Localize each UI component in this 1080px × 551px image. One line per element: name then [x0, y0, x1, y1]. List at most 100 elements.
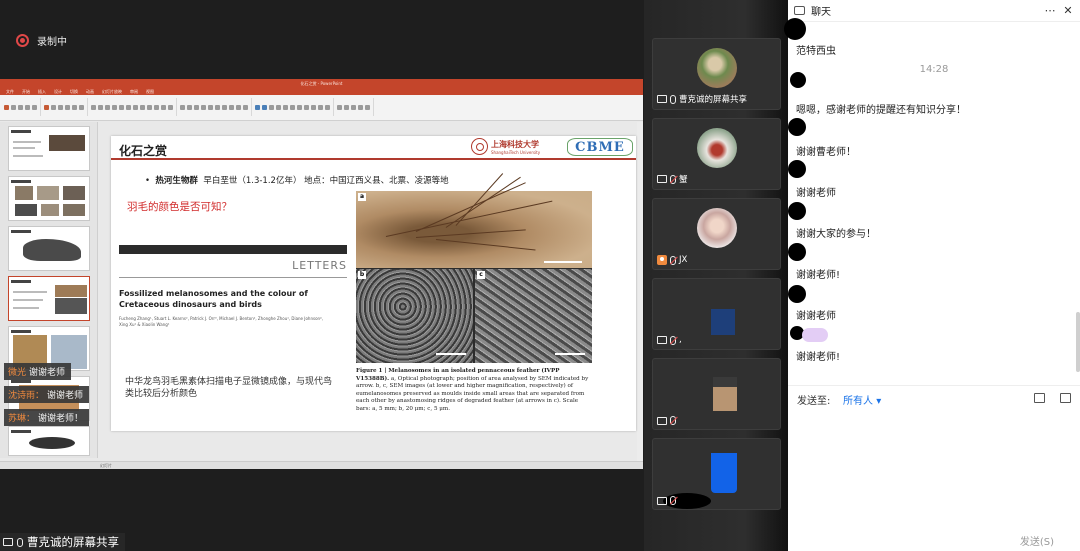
participant-tile[interactable]: , — [652, 278, 781, 350]
participant-name: 蟹 — [679, 175, 688, 185]
current-slide: 化石之赏 上海科技大学 ShanghaiTech University CBME… — [111, 136, 636, 431]
ribbon-group-editing[interactable] — [337, 98, 374, 116]
send-button[interactable]: 发送(S) — [1020, 533, 1054, 548]
screen-share-icon — [657, 496, 667, 505]
sem-image-high — [475, 269, 592, 363]
screen-share-icon — [657, 336, 667, 344]
participant-name: 曹克诚的屏幕共享 — [679, 95, 748, 105]
ppt-tab[interactable]: 文件 — [6, 88, 14, 95]
file-icon[interactable] — [1034, 393, 1045, 403]
slide-thumbnail[interactable] — [8, 426, 90, 456]
slide-bullet: • 热河生物群 早白垩世（1.3-1.2亿年） 地点：中国辽西义县、北票、凌源等… — [145, 176, 449, 186]
slide-thumbnail[interactable] — [8, 126, 90, 171]
ppt-tab[interactable]: 设计 — [54, 88, 62, 95]
recording-indicator[interactable]: 录制中 — [16, 33, 67, 48]
screen-share-icon — [3, 538, 13, 546]
chat-message: 嗯嗯，感谢老师的提醒还有知识分享！ — [796, 105, 966, 116]
ppt-tab[interactable]: 动画 — [86, 88, 94, 95]
figure-label: b — [358, 271, 366, 279]
figure-label: a — [358, 193, 366, 201]
chat-message: 谢谢老师! — [796, 352, 841, 363]
more-icon[interactable]: ⋯ — [1044, 4, 1056, 17]
recording-label: 录制中 — [37, 37, 67, 48]
chat-icon — [794, 6, 805, 15]
shanghaitech-logo: 上海科技大学 ShanghaiTech University — [471, 138, 540, 155]
mic-muted-icon — [670, 335, 676, 345]
ppt-ribbon — [0, 95, 643, 121]
screen-share-icon — [657, 416, 667, 425]
mic-icon — [670, 94, 676, 104]
chevron-down-icon: ▾ — [876, 396, 882, 407]
slide-thumbnail[interactable] — [8, 176, 90, 221]
ppt-tab[interactable]: 开始 — [22, 88, 30, 95]
recipient-dropdown[interactable]: 所有人 ▾ — [843, 392, 881, 407]
chat-panel: 聊天 ⋯ ✕ 范特西虫 14:28 嗯嗯，感谢老师的提醒还有知识分享！ 谢谢曹老… — [784, 0, 1080, 551]
slide-thumbnail[interactable] — [8, 226, 90, 271]
participant-tile[interactable] — [652, 358, 781, 430]
screen-share-icon — [657, 175, 667, 183]
ppt-title-bar: 化石之赏 - PowerPoint — [0, 79, 643, 88]
ribbon-group-paragraph[interactable] — [180, 98, 252, 116]
screen-share-label: 曹克诚的屏幕共享 — [0, 533, 125, 551]
close-icon[interactable]: ✕ — [1062, 4, 1074, 17]
send-to-label: 发送至: — [797, 396, 831, 407]
avatar — [697, 128, 737, 168]
slide-question: 羽毛的颜色是否可知？ — [127, 201, 232, 213]
chat-header: 聊天 ⋯ ✕ — [788, 0, 1080, 22]
chat-title: 聊天 — [811, 7, 831, 18]
ribbon-group-drawing[interactable] — [255, 98, 334, 116]
chat-message: 谢谢老师 — [796, 188, 836, 199]
screen-share-area: 录制中 化石之赏 - PowerPoint 文件 开始 插入 设计 切换 动画 … — [0, 0, 644, 551]
university-seal-icon — [471, 138, 488, 155]
paper-authors: Fucheng Zhang¹, Stuart L. Kearns², Patri… — [119, 316, 323, 327]
participant-tile[interactable]: 蟹 — [652, 118, 781, 190]
chat-message-list[interactable]: 范特西虫 14:28 嗯嗯，感谢老师的提醒还有知识分享！ 谢谢曹老师！ 谢谢老师… — [784, 18, 1080, 385]
meeting-window: 录制中 化石之赏 - PowerPoint 文件 开始 插入 设计 切换 动画 … — [0, 0, 1080, 551]
avatar — [697, 208, 737, 248]
slide-thumbnail-current[interactable] — [8, 276, 90, 321]
ribbon-group-font[interactable] — [91, 98, 177, 116]
ppt-tab[interactable]: 审阅 — [130, 88, 138, 95]
slide-thumbnail-pane — [0, 122, 98, 458]
ppt-tab[interactable]: 幻灯片放映 — [102, 88, 122, 95]
participant-name: , — [679, 335, 682, 345]
paper-excerpt: LETTERS Fossilized melanosomes and the c… — [119, 242, 347, 342]
participant-name: JX — [679, 255, 688, 265]
chat-message: 谢谢曹老师！ — [796, 147, 856, 158]
screenshot-icon[interactable] — [1060, 393, 1071, 403]
participant-tile[interactable]: 曹克诚的屏幕共享 — [652, 38, 781, 110]
participant-tile[interactable] — [652, 438, 781, 510]
record-icon — [16, 34, 29, 47]
screen-share-icon — [657, 95, 667, 103]
ribbon-group-clipboard[interactable] — [4, 98, 41, 116]
mic-muted-icon — [670, 416, 676, 425]
mic-muted-icon — [670, 174, 676, 184]
participant-tile[interactable]: JX — [652, 198, 781, 270]
mic-muted-icon — [670, 255, 676, 265]
slide-pane-scrollbar[interactable] — [637, 122, 643, 461]
chat-message: 谢谢老师! — [796, 270, 841, 281]
ribbon-group-slides[interactable] — [44, 98, 88, 116]
ppt-tab[interactable]: 切换 — [70, 88, 78, 95]
fossil-figure: a b c — [356, 173, 592, 363]
chat-input-area: 发送至: 所有人 ▾ 发送(S) — [788, 385, 1080, 551]
paper-header-bar — [119, 245, 347, 254]
chat-overlay-message: 苏琳： 谢谢老师！ — [4, 409, 90, 426]
feather-photo — [356, 173, 592, 268]
avatar — [697, 48, 737, 88]
figure-caption: Figure 1 | Melanosomes in an isolated pe… — [356, 368, 589, 412]
chat-timestamp: 14:28 — [919, 64, 949, 75]
chat-overlay-message: 微光 谢谢老师 — [4, 363, 72, 380]
chat-scrollbar[interactable] — [1076, 312, 1080, 372]
ppt-tab[interactable]: 视图 — [146, 88, 154, 95]
chat-overlay-message: 沈诗雨： 谢谢老师 — [4, 386, 90, 403]
mic-icon — [17, 537, 23, 547]
ppt-status-bar: 幻灯片 — [0, 461, 643, 469]
title-divider — [111, 158, 636, 160]
paper-section: LETTERS — [292, 259, 347, 272]
participant-strip: 曹克诚的屏幕共享 蟹 JX , — [644, 0, 788, 551]
sem-image-low — [356, 269, 473, 363]
figure-label: c — [477, 271, 485, 279]
ppt-tab[interactable]: 插入 — [38, 88, 46, 95]
chat-message: 范特西虫 — [796, 46, 836, 57]
